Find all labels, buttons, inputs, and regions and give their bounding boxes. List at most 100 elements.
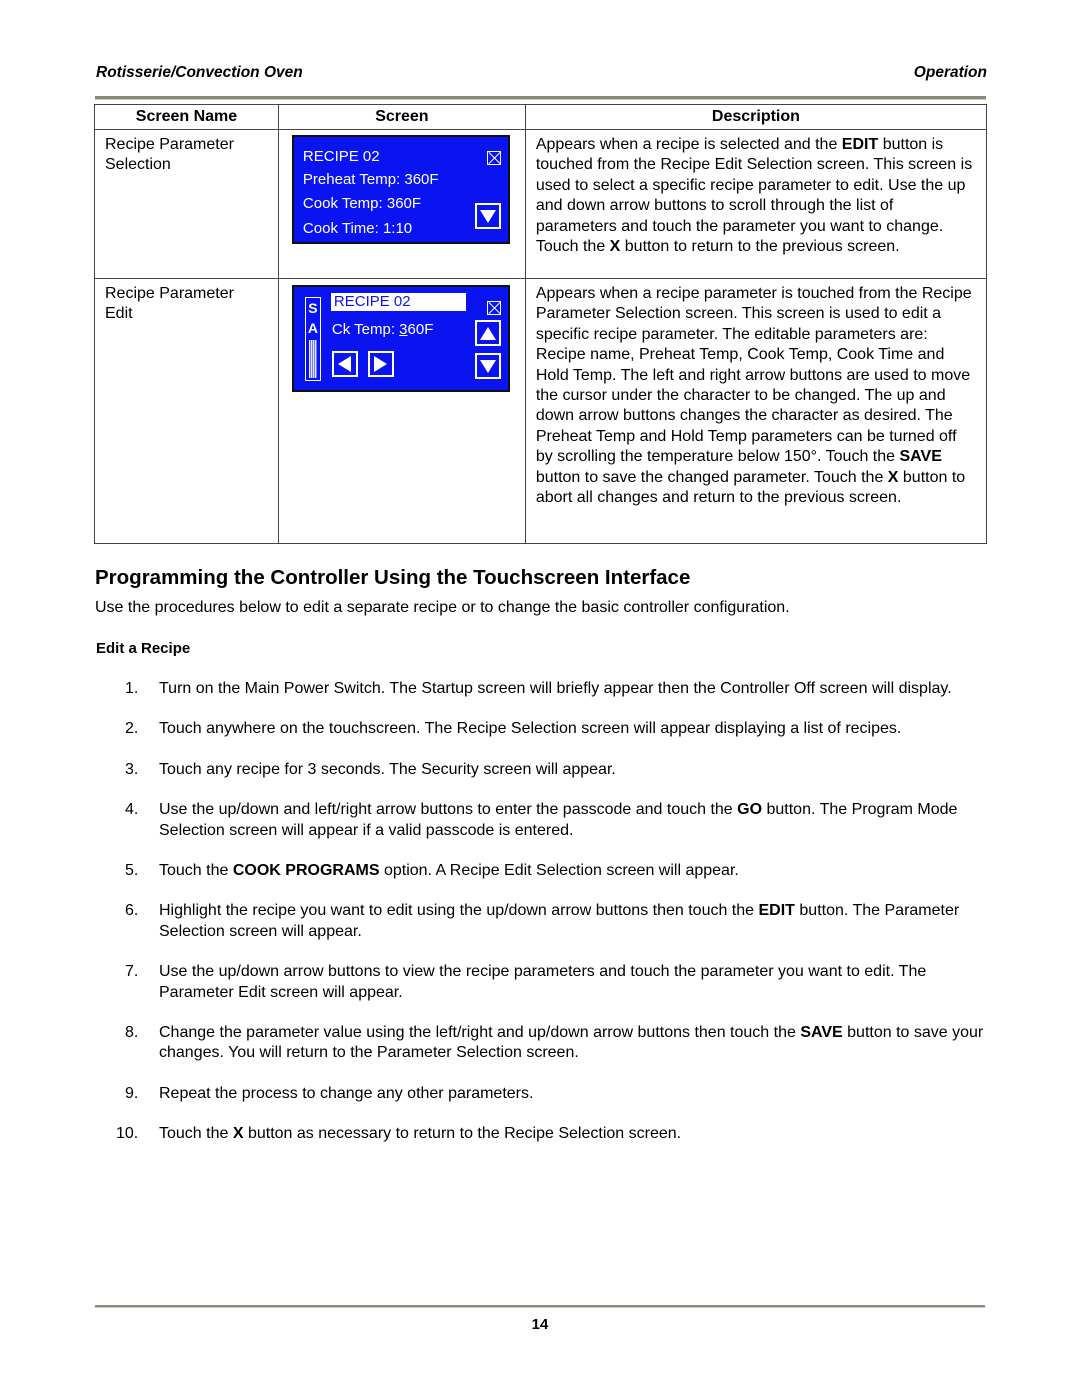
lcd-param-line: Cook Temp: 360F <box>302 195 422 212</box>
recipe-parameter-edit-screen: S A RECIPE 02 Ck Temp: 360F <box>291 285 510 392</box>
text-run: button to return to the previous screen. <box>620 238 900 256</box>
save-strip-letter: A <box>307 320 318 336</box>
text-run: Touch the <box>159 862 233 880</box>
text-run: button to save the changed parameter. To… <box>535 468 888 486</box>
step-text: Touch any recipe for 3 seconds. The Secu… <box>159 761 616 778</box>
table-row: Recipe Parameter Edit S A RECIPE 02 Ck T… <box>94 278 988 544</box>
header-section-name: Operation <box>913 64 987 81</box>
screens-table: Screen Name Screen Description Recipe Pa… <box>94 104 988 544</box>
lcd-param-line: Cook Time: 1:10 <box>302 220 413 237</box>
step-number: 6. <box>125 902 139 920</box>
save-strip-letter: S <box>308 300 318 316</box>
step-text: Highlight the recipe you want to edit us… <box>159 902 959 939</box>
param-value-rest: 60F <box>407 321 434 338</box>
text-run: Change the parameter value using the lef… <box>159 1024 801 1042</box>
lcd-param-line: Preheat Temp: 360F <box>302 171 439 188</box>
procedure-heading: Edit a Recipe <box>96 640 191 657</box>
section-intro: Use the procedures below to edit a separ… <box>95 599 790 616</box>
page-number: 14 <box>531 1316 549 1333</box>
param-cursor-char: 3 <box>399 321 408 338</box>
procedure-step: 7. Use the up/down arrow buttons to view … <box>95 962 990 1003</box>
text-run: Repeat the process to change any other p… <box>159 1084 534 1102</box>
step-number: 8. <box>125 1024 139 1042</box>
step-number: 4. <box>125 801 139 819</box>
screen-name: Recipe Parameter Selection <box>105 136 234 174</box>
column-header-screen-name: Screen Name <box>94 104 279 130</box>
screen-image-cell: S A RECIPE 02 Ck Temp: 360F <box>277 278 526 544</box>
emphasized-term: X <box>887 468 899 486</box>
screen-name-cell: Recipe Parameter Edit <box>94 278 279 544</box>
step-number: 5. <box>125 862 139 880</box>
step-text: Change the parameter value using the lef… <box>159 1024 983 1061</box>
description-text: Appears when a recipe parameter is touch… <box>536 284 976 508</box>
text-run: option. A Recipe Edit Selection screen w… <box>379 862 739 880</box>
emphasized-term: EDIT <box>841 136 879 153</box>
screen-name-cell: Recipe Parameter Selection <box>94 129 279 279</box>
emphasized-term: X <box>232 1125 244 1143</box>
header-document-title: Rotisserie/Convection Oven <box>96 64 303 81</box>
step-text: Repeat the process to change any other p… <box>159 1085 533 1102</box>
step-text: Touch the X button as necessary to retur… <box>159 1125 681 1142</box>
save-strip-smudge <box>308 340 317 378</box>
emphasized-term: COOK PROGRAMS <box>232 862 380 880</box>
step-number: 3. <box>125 760 139 778</box>
table-header-row: Screen Name Screen Description <box>94 104 988 130</box>
arrow-right-icon <box>367 351 394 377</box>
text-run: button as necessary to return to the Rec… <box>243 1125 682 1143</box>
text-run: Touch any recipe for 3 seconds. The Secu… <box>159 760 616 778</box>
procedure-step: 4. Use the up/down and left/right arrow b… <box>95 800 990 841</box>
text-run: Appears when a recipe parameter is touch… <box>535 285 972 466</box>
column-header-screen: Screen <box>277 104 526 130</box>
step-number: 10. <box>116 1125 139 1143</box>
text-run: Highlight the recipe you want to edit us… <box>159 902 759 920</box>
text-run: Touch anywhere on the touchscreen. The R… <box>159 720 902 738</box>
emphasized-term: X <box>609 238 621 256</box>
arrow-down-icon <box>474 203 501 229</box>
screen-image-cell: RECIPE 02 Preheat Temp: 360F Cook Temp: … <box>277 129 526 279</box>
emphasized-term: SAVE <box>899 448 942 466</box>
column-header-description: Description <box>524 104 988 130</box>
step-text: Use the up/down and left/right arrow but… <box>159 801 957 838</box>
description-text: Appears when a recipe is selected and th… <box>536 135 976 257</box>
step-text: Touch the COOK PROGRAMS option. A Recipe… <box>159 862 739 879</box>
procedure-step: 3. Touch any recipe for 3 seconds. The Se… <box>95 760 990 780</box>
procedure-step: 10. Touch the X button as necessary to re… <box>95 1124 990 1144</box>
description-cell: Appears when a recipe parameter is touch… <box>524 278 988 544</box>
arrow-left-icon <box>331 351 358 377</box>
procedure-step: 1. Turn on the Main Power Switch. The Sta… <box>95 679 990 699</box>
save-button-strip: S A <box>304 297 321 381</box>
step-text: Turn on the Main Power Switch. The Start… <box>159 680 952 697</box>
procedure-step: 5. Touch the COOK PROGRAMS option. A Reci… <box>95 861 990 881</box>
close-x-icon <box>486 151 501 165</box>
step-number: 9. <box>125 1084 139 1102</box>
header-divider <box>95 96 986 100</box>
recipe-parameter-selection-screen: RECIPE 02 Preheat Temp: 360F Cook Temp: … <box>291 135 510 244</box>
close-x-icon <box>486 301 501 315</box>
arrow-down-icon <box>474 353 501 379</box>
procedure-step: 6. Highlight the recipe you want to edit … <box>95 901 990 942</box>
procedure-step: 9. Repeat the process to change any other… <box>95 1084 990 1104</box>
emphasized-term: GO <box>737 801 763 819</box>
step-number: 7. <box>125 963 139 981</box>
table-row: Recipe Parameter Selection RECIPE 02 Pre… <box>94 129 988 279</box>
footer-divider <box>95 1305 985 1308</box>
step-text: Use the up/down arrow buttons to view th… <box>159 963 926 1000</box>
procedure-step: 8. Change the parameter value using the l… <box>95 1023 990 1064</box>
step-number: 1. <box>125 680 139 697</box>
lcd-param-edit-line: Ck Temp: 360F <box>332 320 433 340</box>
step-number: 2. <box>125 720 139 738</box>
lcd-recipe-title: RECIPE 02 <box>302 148 380 165</box>
text-run: Appears when a recipe is selected and th… <box>535 136 842 153</box>
step-text: Touch anywhere on the touchscreen. The R… <box>159 720 901 737</box>
text-run: Touch the <box>159 1125 233 1143</box>
screen-name: Recipe Parameter Edit <box>105 285 234 323</box>
text-run: Use the up/down arrow buttons to view th… <box>159 963 927 1001</box>
procedure-step: 2. Touch anywhere on the touchscreen. The… <box>95 719 990 739</box>
section-heading: Programming the Controller Using the Tou… <box>95 566 691 589</box>
text-run: Use the up/down and left/right arrow but… <box>159 801 738 819</box>
param-label: Ck Temp: <box>331 321 400 338</box>
description-cell: Appears when a recipe is selected and th… <box>524 129 988 279</box>
procedure-steps: 1. Turn on the Main Power Switch. The Sta… <box>95 679 990 1165</box>
emphasized-term: SAVE <box>800 1024 843 1042</box>
recipe-name-field: RECIPE 02 <box>330 293 466 311</box>
